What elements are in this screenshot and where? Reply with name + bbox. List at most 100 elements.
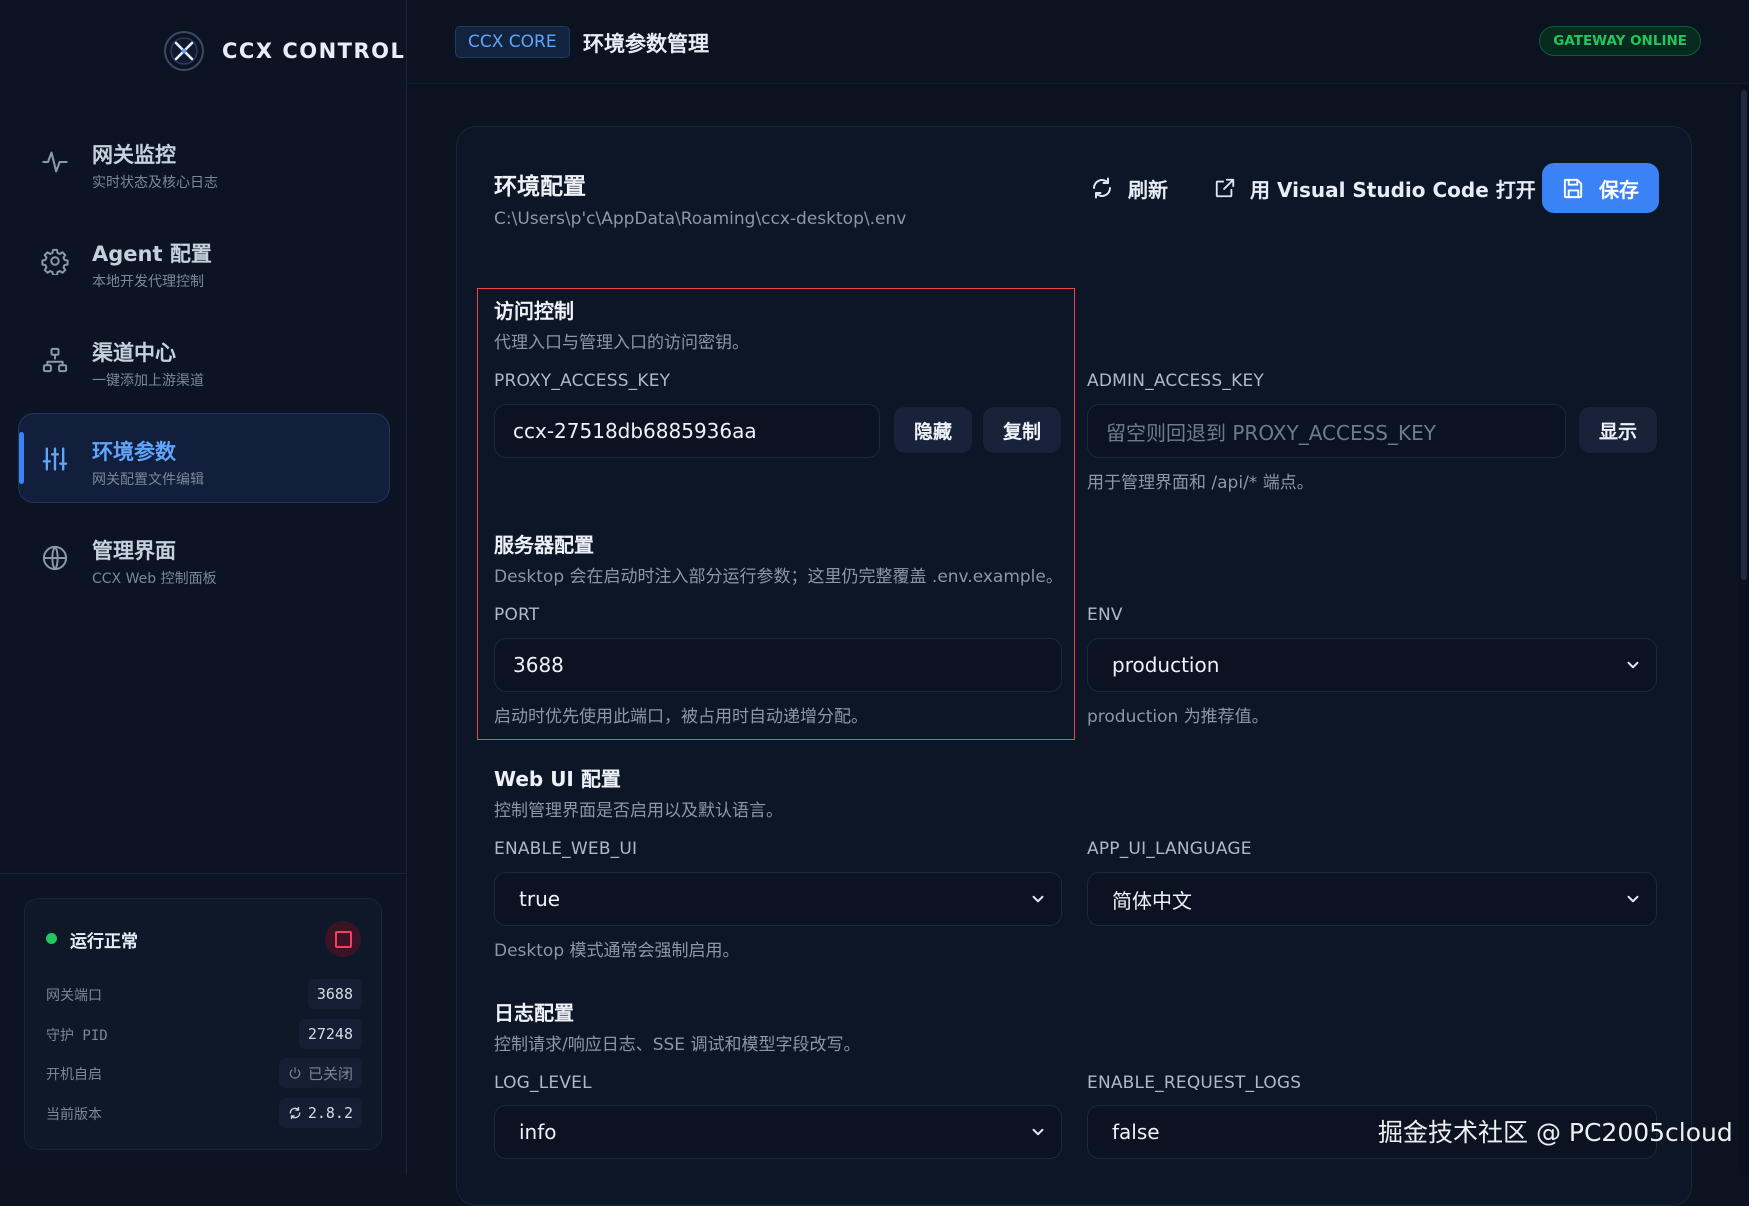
- sidebar-item-gateway-monitor[interactable]: 网关监控 实时状态及核心日志: [18, 116, 390, 206]
- save-label: 保存: [1599, 177, 1639, 202]
- hide-key-button[interactable]: 隐藏: [894, 407, 972, 453]
- page-title: 环境参数管理: [583, 32, 709, 56]
- enable-webui-label: ENABLE_WEB_UI: [494, 839, 638, 859]
- proxy-key-input[interactable]: ccx-27518db6885936aa: [494, 404, 880, 458]
- stat-label: 开机自启: [46, 1067, 102, 1083]
- log-level-value: info: [519, 1120, 557, 1144]
- admin-key-hint: 用于管理界面和 /api/* 端点。: [1087, 473, 1314, 493]
- stat-label: 网关端口: [46, 988, 102, 1004]
- env-select[interactable]: production: [1087, 638, 1657, 692]
- show-key-button[interactable]: 显示: [1579, 407, 1657, 453]
- sidebar-item-subtitle: 网关配置文件编辑: [92, 472, 204, 488]
- sidebar-item-subtitle: 一键添加上游渠道: [92, 373, 204, 389]
- stat-value: 3688: [307, 979, 362, 1009]
- env-config-panel: 环境配置 C:\Users\p'c\AppData\Roaming\ccx-de…: [456, 126, 1692, 1206]
- refresh-button[interactable]: 刷新: [1074, 163, 1184, 213]
- port-label: PORT: [494, 605, 540, 625]
- section-title-webui: Web UI 配置: [494, 767, 621, 791]
- sidebar-item-agent-config[interactable]: Agent 配置 本地开发代理控制: [18, 215, 390, 305]
- autostart-toggle[interactable]: 已关闭: [278, 1058, 362, 1088]
- section-title-server: 服务器配置: [494, 533, 594, 557]
- stop-icon: [334, 930, 352, 948]
- network-icon: [41, 346, 69, 374]
- section-title-access: 访问控制: [494, 299, 574, 323]
- version-check-button[interactable]: 2.8.2: [278, 1098, 362, 1128]
- stat-row-port: 网关端口 3688: [46, 979, 362, 1009]
- request-logs-value: false: [1112, 1120, 1160, 1144]
- sliders-icon: [41, 445, 69, 473]
- port-hint: 启动时优先使用此端口，被占用时自动递增分配。: [494, 707, 868, 727]
- chevron-down-icon: [1624, 890, 1642, 908]
- sidebar-item-title: Agent 配置: [92, 242, 212, 266]
- admin-key-input[interactable]: 留空则回退到 PROXY_ACCESS_KEY: [1087, 404, 1566, 458]
- sidebar: CCX CONTROL 网关监控 实时状态及核心日志 Agent 配置 本地开发…: [0, 0, 407, 1175]
- copy-key-button[interactable]: 复制: [983, 407, 1061, 453]
- ui-language-select[interactable]: 简体中文: [1087, 872, 1657, 926]
- refresh-label: 刷新: [1128, 177, 1168, 202]
- stat-value-text: 3688: [316, 985, 353, 1003]
- section-desc-webui: 控制管理界面是否启用以及默认语言。: [494, 801, 783, 821]
- gateway-status-card: 运行正常 网关端口 3688 守护 PID 27248 开机自启 已关闭 当前版…: [24, 898, 382, 1150]
- stat-row-version: 当前版本 2.8.2: [46, 1098, 362, 1128]
- sidebar-item-title: 管理界面: [92, 539, 176, 563]
- breadcrumb-tag[interactable]: CCX CORE: [455, 26, 570, 58]
- sidebar-item-channel-center[interactable]: 渠道中心 一键添加上游渠道: [18, 314, 390, 404]
- stat-row-autostart: 开机自启 已关闭: [46, 1058, 362, 1088]
- save-button[interactable]: 保存: [1542, 163, 1659, 213]
- log-level-select[interactable]: info: [494, 1105, 1062, 1159]
- sidebar-item-admin-ui[interactable]: 管理界面 CCX Web 控制面板: [18, 512, 390, 602]
- external-link-icon: [1214, 177, 1236, 199]
- env-file-path: C:\Users\p'c\AppData\Roaming\ccx-desktop…: [494, 209, 907, 229]
- activity-icon: [41, 148, 69, 176]
- stat-value-text: 2.8.2: [307, 1104, 353, 1122]
- sidebar-item-subtitle: 本地开发代理控制: [92, 274, 204, 290]
- gateway-status-badge: GATEWAY ONLINE: [1539, 26, 1701, 56]
- chevron-down-icon: [1029, 1123, 1047, 1141]
- stat-value: 27248: [298, 1019, 362, 1049]
- open-in-vscode-label: 用 Visual Studio Code 打开: [1250, 177, 1536, 202]
- stat-value-text: 27248: [307, 1025, 353, 1043]
- stat-value-text: 已关闭: [307, 1064, 353, 1083]
- chevron-down-icon: [1029, 890, 1047, 908]
- env-select-value: production: [1112, 653, 1220, 677]
- power-icon: [288, 1066, 302, 1080]
- watermark: 掘金技术社区 @ PC2005cloud: [1378, 1118, 1733, 1147]
- open-in-vscode-button[interactable]: 用 Visual Studio Code 打开: [1198, 163, 1552, 213]
- brand-logo-icon: [162, 29, 206, 73]
- sidebar-item-title: 渠道中心: [92, 341, 176, 365]
- stat-label: 当前版本: [46, 1107, 102, 1123]
- refresh-icon: [1090, 176, 1114, 200]
- sidebar-item-title: 环境参数: [92, 440, 176, 464]
- ui-language-label: APP_UI_LANGUAGE: [1087, 839, 1252, 859]
- section-title-logs: 日志配置: [494, 1001, 574, 1025]
- sidebar-item-subtitle: 实时状态及核心日志: [92, 175, 218, 191]
- save-icon: [1562, 177, 1585, 200]
- admin-key-label: ADMIN_ACCESS_KEY: [1087, 371, 1264, 391]
- scrollbar-thumb[interactable]: [1741, 90, 1747, 580]
- section-desc-logs: 控制请求/响应日志、SSE 调试和模型字段改写。: [494, 1035, 861, 1055]
- globe-icon: [41, 544, 69, 572]
- stat-row-pid: 守护 PID 27248: [46, 1019, 362, 1049]
- chevron-down-icon: [1624, 656, 1642, 674]
- section-desc-server: Desktop 会在启动时注入部分运行参数；这里仍完整覆盖 .env.examp…: [494, 567, 1063, 587]
- sidebar-item-env-params[interactable]: 环境参数 网关配置文件编辑: [18, 413, 390, 503]
- stop-gateway-button[interactable]: [325, 921, 361, 957]
- brand: CCX CONTROL: [162, 28, 405, 74]
- enable-webui-select[interactable]: true: [494, 872, 1062, 926]
- request-logs-label: ENABLE_REQUEST_LOGS: [1087, 1073, 1302, 1093]
- refresh-icon: [288, 1106, 302, 1120]
- brand-name: CCX CONTROL: [222, 39, 406, 63]
- env-hint: production 为推荐值。: [1087, 707, 1269, 727]
- log-level-label: LOG_LEVEL: [494, 1073, 592, 1093]
- env-label: ENV: [1087, 605, 1123, 625]
- status-indicator: [46, 933, 57, 944]
- sidebar-item-subtitle: CCX Web 控制面板: [92, 571, 217, 587]
- ui-language-value: 简体中文: [1112, 888, 1192, 913]
- top-bar: CCX CORE 环境参数管理 GATEWAY ONLINE: [407, 0, 1749, 84]
- status-text: 运行正常: [70, 932, 138, 952]
- enable-webui-hint: Desktop 模式通常会强制启用。: [494, 941, 740, 961]
- sidebar-nav: 网关监控 实时状态及核心日志 Agent 配置 本地开发代理控制 渠道中心 一键…: [18, 116, 390, 611]
- sidebar-divider: [0, 873, 407, 874]
- sidebar-item-title: 网关监控: [92, 143, 176, 167]
- port-input[interactable]: 3688: [494, 638, 1062, 692]
